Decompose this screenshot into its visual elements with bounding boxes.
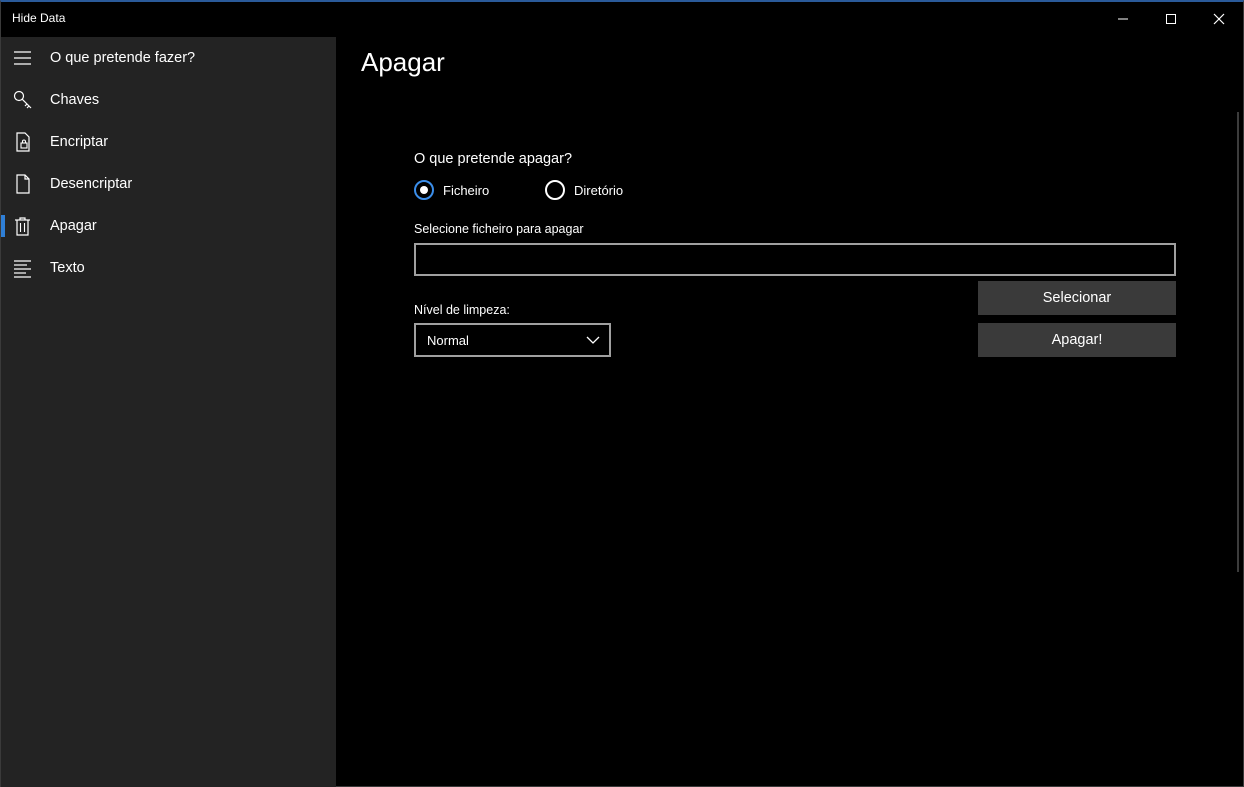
minimize-button[interactable] [1099,2,1147,36]
sidebar-item-label: Chaves [50,92,100,108]
select-file-button[interactable]: Selecionar [978,281,1176,315]
page-title: Apagar [361,47,445,77]
sidebar-item-chaves[interactable]: Chaves [1,79,336,121]
sidebar-item-menu[interactable]: O que pretende fazer? [1,37,336,79]
app-title: Hide Data [12,11,66,25]
sidebar-item-label: Texto [50,260,85,276]
sidebar-item-texto[interactable]: Texto [1,247,336,289]
delete-button[interactable]: Apagar! [978,323,1176,357]
document-icon [16,174,30,194]
key-icon [13,90,32,109]
close-icon [1213,13,1225,25]
sidebar-item-encriptar[interactable]: Encriptar [1,121,336,163]
window-controls [1099,2,1243,36]
trash-icon [15,217,30,236]
scrollbar[interactable] [1237,112,1239,572]
radio-circle [545,180,565,200]
question-label: O que pretende apagar? [414,151,573,167]
sidebar-item-label: Encriptar [50,134,109,150]
maximize-button[interactable] [1147,2,1195,36]
chevron-down-icon [586,336,600,344]
radio-ficheiro[interactable]: Ficheiro [414,180,489,200]
cleanup-level-label: Nível de limpeza: [414,303,510,317]
radio-circle [414,180,434,200]
sidebar-item-desencriptar[interactable]: Desencriptar [1,163,336,205]
main-content: Apagar O que pretende apagar? Ficheiro D… [336,37,1243,786]
file-field-label: Selecione ficheiro para apagar [414,222,584,236]
select-value: Normal [427,332,469,348]
lock-document-icon [16,132,30,152]
cleanup-level-select[interactable]: Normal [414,323,611,357]
maximize-icon [1166,14,1176,24]
minimize-icon [1118,18,1128,20]
sidebar-item-label: Apagar [50,218,97,234]
title-bar: Hide Data [1,2,1243,36]
sidebar-item-label: Desencriptar [50,176,133,192]
file-path-input[interactable] [414,243,1176,276]
sidebar-item-label: O que pretende fazer? [50,50,196,66]
text-lines-icon [14,260,31,278]
hamburger-icon [14,51,31,65]
sidebar-item-apagar[interactable]: Apagar [1,205,336,247]
close-button[interactable] [1195,2,1243,36]
radio-label: Diretório [574,182,624,198]
app-window: Hide Data O que pretende fazer? Chaves E… [0,0,1244,787]
radio-label: Ficheiro [443,182,490,198]
sidebar: O que pretende fazer? Chaves Encriptar D… [1,37,336,787]
radio-diretorio[interactable]: Diretório [545,180,623,200]
